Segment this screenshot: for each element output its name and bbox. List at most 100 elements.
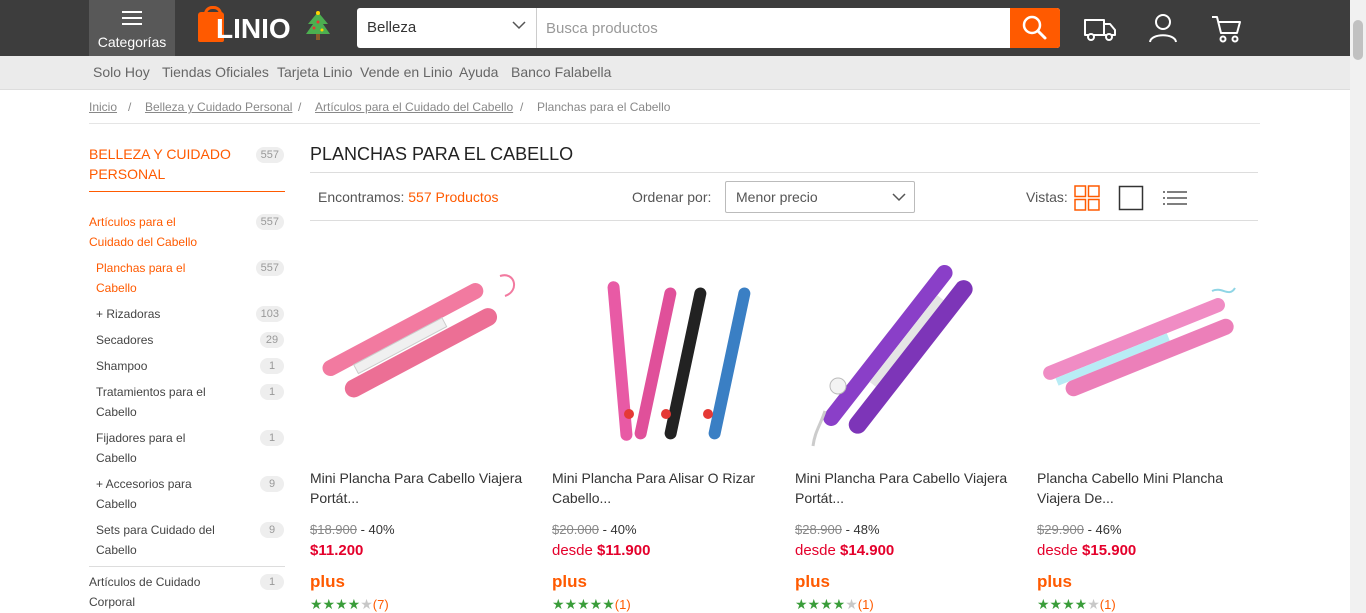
- product-old-price: $18.900 - 40%: [310, 522, 395, 537]
- top-bar: Categorías LINIO Belleza: [0, 0, 1350, 56]
- product-old-price: $28.900 - 48%: [795, 522, 880, 537]
- single-view-icon[interactable]: [1118, 185, 1144, 211]
- nav-banco-falabella[interactable]: Banco Falabella: [511, 64, 611, 80]
- product-card[interactable]: Plancha Cabello Mini Plancha Viajera De.…: [1037, 246, 1262, 612]
- product-old-price: $29.900 - 46%: [1037, 522, 1122, 537]
- sidebar-item-cuidado-cabello[interactable]: Artículos para el Cuidado del Cabello: [89, 212, 209, 252]
- product-image[interactable]: [310, 246, 535, 456]
- star-empty-icon: ★: [845, 596, 858, 612]
- rating-stars: ★★★★★(1): [1037, 596, 1116, 612]
- breadcrumb-cuidado-cabello[interactable]: Artículos para el Cuidado del Cabello: [315, 100, 513, 114]
- views-label: Vistas:: [1026, 189, 1068, 205]
- user-account-icon[interactable]: [1146, 12, 1180, 44]
- product-price: $11.200: [310, 542, 363, 559]
- price-value: $11.200: [310, 542, 364, 559]
- list-view-icon[interactable]: [1162, 185, 1188, 211]
- nav-solo-hoy[interactable]: Solo Hoy: [93, 64, 150, 80]
- count-badge: 9: [260, 476, 284, 492]
- results-number: 557 Productos: [408, 189, 499, 205]
- sidebar-item-rizadoras[interactable]: + Rizadoras: [96, 304, 236, 324]
- count-badge: 557: [255, 260, 284, 276]
- product-price: desde $11.900: [552, 542, 650, 559]
- product-name[interactable]: Plancha Cabello Mini Plancha Viajera De.…: [1037, 468, 1257, 508]
- breadcrumb-separator: /: [128, 100, 132, 114]
- search-button[interactable]: [1010, 8, 1060, 48]
- search-input[interactable]: [538, 8, 1010, 48]
- count-badge: 1: [260, 384, 284, 400]
- product-card[interactable]: Mini Plancha Para Alisar O Rizar Cabello…: [552, 246, 777, 612]
- product-card[interactable]: Mini Plancha Para Cabello Viajera Portát…: [795, 246, 1020, 612]
- breadcrumb-inicio[interactable]: Inicio: [89, 100, 117, 114]
- scrollbar-thumb[interactable]: [1353, 20, 1363, 60]
- rating-stars: ★★★★★(1): [795, 596, 874, 612]
- listing-toolbar: Encontramos: 557 Productos Ordenar por: …: [310, 172, 1258, 221]
- review-count[interactable]: (7): [373, 597, 389, 612]
- results-count: Encontramos: 557 Productos: [318, 189, 499, 205]
- product-image[interactable]: [552, 246, 777, 456]
- breadcrumb-separator: /: [520, 100, 524, 114]
- nav-vende-en-linio[interactable]: Vende en Linio: [360, 64, 453, 80]
- breadcrumb-current: Planchas para el Cabello: [537, 100, 671, 114]
- page-title: PLANCHAS PARA EL CABELLO: [310, 144, 574, 164]
- product-card[interactable]: Mini Plancha Para Cabello Viajera Portát…: [310, 246, 535, 612]
- shopping-cart-icon[interactable]: [1209, 12, 1243, 44]
- sidebar-item-planchas[interactable]: Planchas para el Cabello: [96, 258, 196, 298]
- discount-value: - 40%: [599, 522, 637, 537]
- nav-tiendas-oficiales[interactable]: Tiendas Oficiales: [162, 64, 269, 80]
- categories-button[interactable]: Categorías: [89, 0, 175, 56]
- logo-text: LINIO: [216, 13, 291, 44]
- breadcrumb-belleza[interactable]: Belleza y Cuidado Personal: [145, 100, 292, 114]
- search-bar: Belleza: [357, 8, 1060, 48]
- count-badge: 1: [260, 358, 284, 374]
- search-category-value: Belleza: [367, 19, 417, 36]
- search-category-select[interactable]: Belleza: [357, 8, 537, 48]
- old-price-value: $20.000: [552, 522, 599, 537]
- secondary-nav: Solo Hoy Tiendas Oficiales Tarjeta Linio…: [0, 56, 1350, 90]
- price-value: $11.900: [597, 542, 651, 559]
- sidebar-item-accesorios[interactable]: + Accesorios para Cabello: [96, 474, 206, 514]
- sort-select[interactable]: Menor precio: [725, 181, 915, 213]
- product-price: desde $14.900: [795, 542, 894, 559]
- price-prefix: desde: [1037, 542, 1083, 559]
- divider: [89, 566, 285, 567]
- review-count[interactable]: (1): [858, 597, 874, 612]
- count-badge: 1: [260, 430, 284, 446]
- star-icon: ★★★★: [1037, 596, 1088, 612]
- product-name[interactable]: Mini Plancha Para Cabello Viajera Portát…: [795, 468, 1015, 508]
- product-name[interactable]: Mini Plancha Para Cabello Viajera Portát…: [310, 468, 530, 508]
- plus-badge: plus: [552, 572, 587, 591]
- count-badge: 1: [260, 574, 284, 590]
- sidebar-item-sets[interactable]: Sets para Cuidado del Cabello: [96, 520, 221, 560]
- review-count[interactable]: (1): [1100, 597, 1116, 612]
- christmas-tree-icon: [306, 11, 330, 40]
- page-scrollbar[interactable]: [1350, 0, 1366, 613]
- plus-badge: plus: [1037, 572, 1072, 591]
- results-label: Encontramos:: [318, 189, 405, 205]
- count-badge: 103: [255, 306, 284, 322]
- discount-value: - 48%: [842, 522, 880, 537]
- categories-label: Categorías: [97, 34, 167, 50]
- sidebar-item-shampoo[interactable]: Shampoo: [96, 356, 236, 376]
- grid-view-icon[interactable]: [1074, 185, 1100, 211]
- star-icon: ★★★★: [310, 596, 361, 612]
- breadcrumb-separator: /: [298, 100, 302, 114]
- star-icon: ★★★★★: [552, 596, 615, 612]
- review-count[interactable]: (1): [615, 597, 631, 612]
- nav-tarjeta-linio[interactable]: Tarjeta Linio: [277, 64, 353, 80]
- sidebar-item-cuidado-corporal[interactable]: Artículos de Cuidado Corporal: [89, 572, 214, 612]
- linio-logo[interactable]: LINIO: [198, 6, 338, 46]
- product-image[interactable]: [1037, 246, 1262, 456]
- divider: [89, 191, 285, 192]
- product-image[interactable]: [795, 246, 1020, 456]
- breadcrumb: Inicio / Belleza y Cuidado Personal / Ar…: [89, 100, 1260, 124]
- nav-ayuda[interactable]: Ayuda: [459, 64, 498, 80]
- delivery-truck-icon[interactable]: [1083, 12, 1117, 44]
- plus-badge: plus: [310, 572, 345, 591]
- sidebar-item-fijadores[interactable]: Fijadores para el Cabello: [96, 428, 196, 468]
- sidebar-item-tratamientos[interactable]: Tratamientos para el Cabello: [96, 382, 216, 422]
- sidebar-item-secadores[interactable]: Secadores: [96, 330, 236, 350]
- chevron-down-icon: [892, 193, 906, 202]
- sidebar-title[interactable]: BELLEZA Y CUIDADO PERSONAL: [89, 144, 239, 184]
- product-name[interactable]: Mini Plancha Para Alisar O Rizar Cabello…: [552, 468, 772, 508]
- rating-stars: ★★★★★(1): [552, 596, 631, 612]
